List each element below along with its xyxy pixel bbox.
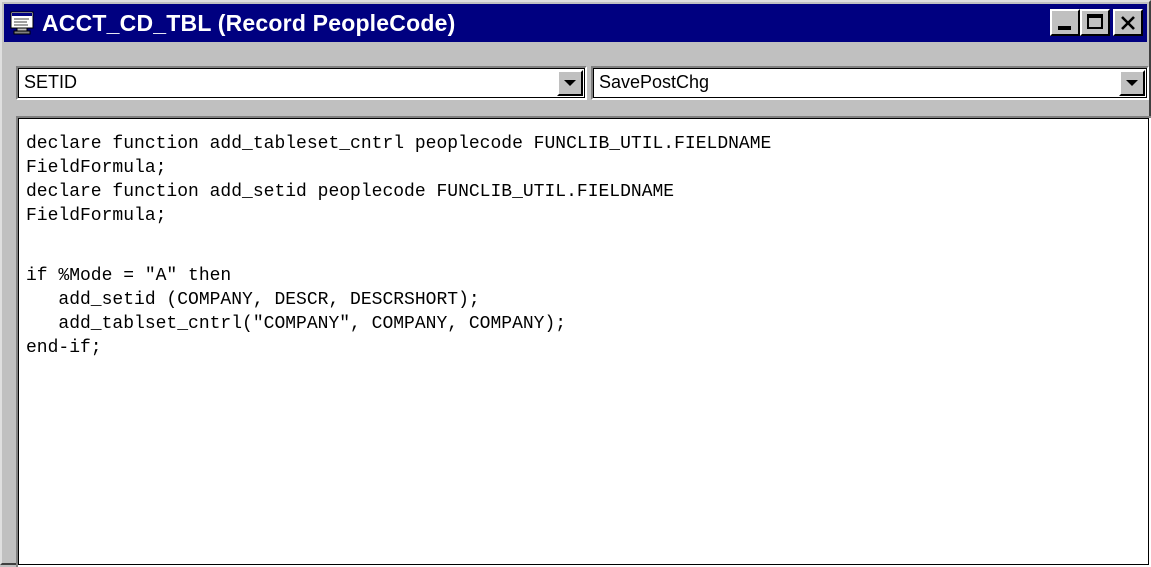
window-title: ACCT_CD_TBL (Record PeopleCode) — [42, 9, 456, 36]
close-icon — [1115, 11, 1141, 34]
code-line: add_tablset_cntrl("COMPANY", COMPANY, CO… — [26, 314, 567, 334]
peoplecode-window: ACCT_CD_TBL (Record PeopleCode) SETID Sa… — [0, 0, 1151, 567]
minimize-button[interactable] — [1050, 9, 1080, 36]
code-line: end-if; — [26, 338, 102, 358]
field-select[interactable]: SETID — [16, 66, 587, 100]
maximize-icon — [1087, 14, 1103, 29]
maximize-button[interactable] — [1080, 9, 1110, 36]
title-bar[interactable]: ACCT_CD_TBL (Record PeopleCode) — [4, 4, 1147, 42]
code-line: FieldFormula; — [26, 158, 167, 178]
code-line: if %Mode = "A" then — [26, 266, 232, 286]
window-controls — [1050, 9, 1143, 36]
event-select[interactable]: SavePostChg — [591, 66, 1149, 100]
event-select-dropdown-button[interactable] — [1119, 70, 1145, 96]
code-line: FieldFormula; — [26, 206, 167, 226]
code-editor[interactable]: declare function add_tableset_cntrl peop… — [16, 116, 1151, 567]
code-line: declare function add_setid peoplecode FU… — [26, 182, 675, 202]
event-select-value: SavePostChg — [599, 72, 710, 92]
peoplecode-editor-icon — [8, 9, 38, 37]
code-line: declare function add_tableset_cntrl peop… — [26, 134, 772, 154]
code-line: add_setid (COMPANY, DESCR, DESCRSHORT); — [26, 290, 480, 310]
field-select-value: SETID — [24, 72, 78, 92]
minimize-icon — [1058, 26, 1071, 30]
chevron-down-icon — [564, 80, 576, 86]
close-button[interactable] — [1113, 9, 1143, 36]
chevron-down-icon — [1126, 80, 1138, 86]
field-select-dropdown-button[interactable] — [557, 70, 583, 96]
